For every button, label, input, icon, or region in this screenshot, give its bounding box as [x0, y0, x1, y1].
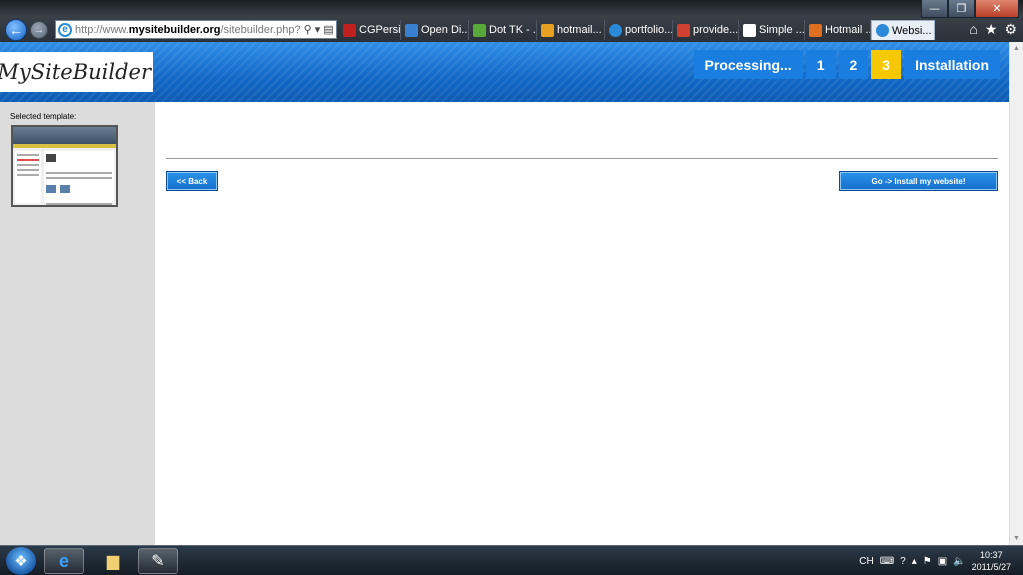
clock-time: 10:37	[980, 550, 1003, 560]
flag-icon[interactable]: ⚑	[923, 556, 932, 567]
tab-dot-tk[interactable]: Dot TK - ...	[469, 20, 537, 40]
restore-button[interactable]: ❐	[948, 0, 975, 18]
page-scrollbar[interactable]: ▲ ▼	[1009, 42, 1023, 545]
gear-icon[interactable]: ⚙	[1004, 21, 1017, 38]
tab-simple[interactable]: Simple ...	[739, 20, 805, 40]
clock[interactable]: 10:37 2011/5/27	[972, 549, 1011, 573]
install-website-button[interactable]: Go -> Install my website!	[839, 171, 998, 191]
taskbar-ie[interactable]: e	[44, 548, 84, 574]
start-button[interactable]: ❖	[6, 547, 36, 575]
network-icon[interactable]: ▣	[938, 556, 947, 567]
paint-icon: ✎	[151, 553, 165, 570]
back-button[interactable]: << Back	[166, 171, 218, 191]
favicon-icon	[541, 23, 554, 37]
url-prefix: http://www.	[75, 23, 129, 36]
taskbar: ❖ e ▆ ✎ CH ⌨ ? ▴ ⚑ ▣ 🔈 10:37 2011/5/27	[0, 545, 1023, 575]
search-icon[interactable]: ⚲	[304, 23, 312, 36]
show-hidden-icon[interactable]: ▴	[912, 556, 917, 567]
tab-portfolio[interactable]: portfolio...	[605, 20, 673, 40]
keyboard-icon[interactable]: ⌨	[880, 556, 894, 567]
back-nav-button[interactable]: ←	[5, 19, 27, 41]
scroll-down-icon[interactable]: ▼	[1013, 535, 1020, 542]
favicon-icon	[473, 23, 486, 37]
content-divider	[166, 158, 998, 159]
tab-strip: CGPersia... Open Di... Dot TK - ... hotm…	[339, 20, 935, 40]
tab-provide[interactable]: provide...	[673, 20, 739, 40]
progress-steps: Processing... 1 2 3 Installation	[691, 50, 1000, 79]
favicon-icon	[677, 23, 690, 37]
minimize-button[interactable]: —	[921, 0, 948, 18]
help-icon[interactable]: ?	[900, 556, 906, 567]
favicon-icon	[809, 23, 822, 37]
compat-view-icon[interactable]: ▤	[323, 23, 333, 36]
window-controls: — ❐ ✕	[921, 0, 1019, 18]
ie-icon: e	[58, 550, 69, 571]
template-thumbnail	[11, 125, 118, 207]
address-bar[interactable]: e http://www. mysitebuilder.org/sitebuild…	[55, 20, 337, 39]
folder-icon: ▆	[106, 553, 120, 570]
browser-chrome: — ❐ ✕ ← → e http://www. mysitebuilder.org…	[0, 0, 1023, 42]
favicon-icon	[343, 23, 356, 37]
sidebar: Selected template:	[0, 102, 155, 545]
tab-hotmail-2[interactable]: Hotmail ...	[805, 20, 871, 40]
step-2: 2	[838, 50, 869, 79]
favicon-icon	[405, 23, 418, 37]
selected-template-label: Selected template:	[10, 112, 77, 121]
taskbar-paint[interactable]: ✎	[138, 548, 178, 574]
url-domain: mysitebuilder.org	[128, 23, 221, 36]
scroll-up-icon[interactable]: ▲	[1013, 45, 1020, 52]
step-processing: Processing...	[693, 50, 803, 79]
page-content: MySiteBuilder Processing... 1 2 3 Instal…	[0, 42, 1009, 545]
tab-cgpersia[interactable]: CGPersia...	[339, 20, 401, 40]
system-tray: CH ⌨ ? ▴ ⚑ ▣ 🔈 10:37 2011/5/27	[859, 546, 1011, 575]
tab-website-active[interactable]: Websi...×	[871, 20, 935, 40]
site-header: MySiteBuilder Processing... 1 2 3 Instal…	[0, 42, 1009, 102]
url-path: /sitebuilder.php?	[220, 23, 301, 36]
step-installation: Installation	[904, 50, 1000, 79]
step-3-current: 3	[871, 50, 902, 79]
taskbar-explorer[interactable]: ▆	[93, 548, 133, 574]
browser-tool-icons: ⌂ ★ ⚙	[969, 21, 1017, 38]
favorites-star-icon[interactable]: ★	[985, 21, 998, 38]
favicon-icon	[609, 23, 622, 37]
address-bar-actions: ⚲ ▾ ▤ ↻ ✕	[300, 23, 336, 36]
ie-page-icon: e	[58, 22, 72, 37]
home-icon[interactable]: ⌂	[969, 21, 977, 38]
arrow-left-icon: ←	[9, 22, 23, 38]
arrow-right-icon: →	[33, 24, 45, 36]
clock-date: 2011/5/27	[971, 562, 1011, 572]
volume-icon[interactable]: 🔈	[953, 556, 965, 567]
favicon-icon	[876, 24, 889, 37]
dropdown-icon[interactable]: ▾	[315, 23, 321, 36]
lang-indicator[interactable]: CH	[859, 556, 873, 567]
forward-nav-button[interactable]: →	[30, 21, 48, 39]
close-window-button[interactable]: ✕	[975, 0, 1019, 18]
site-logo: MySiteBuilder	[0, 52, 153, 92]
favicon-icon	[743, 23, 756, 37]
tab-open-di[interactable]: Open Di...	[401, 20, 469, 40]
step-1: 1	[805, 50, 836, 79]
windows-logo-icon: ❖	[14, 553, 28, 570]
tab-hotmail[interactable]: hotmail...	[537, 20, 605, 40]
